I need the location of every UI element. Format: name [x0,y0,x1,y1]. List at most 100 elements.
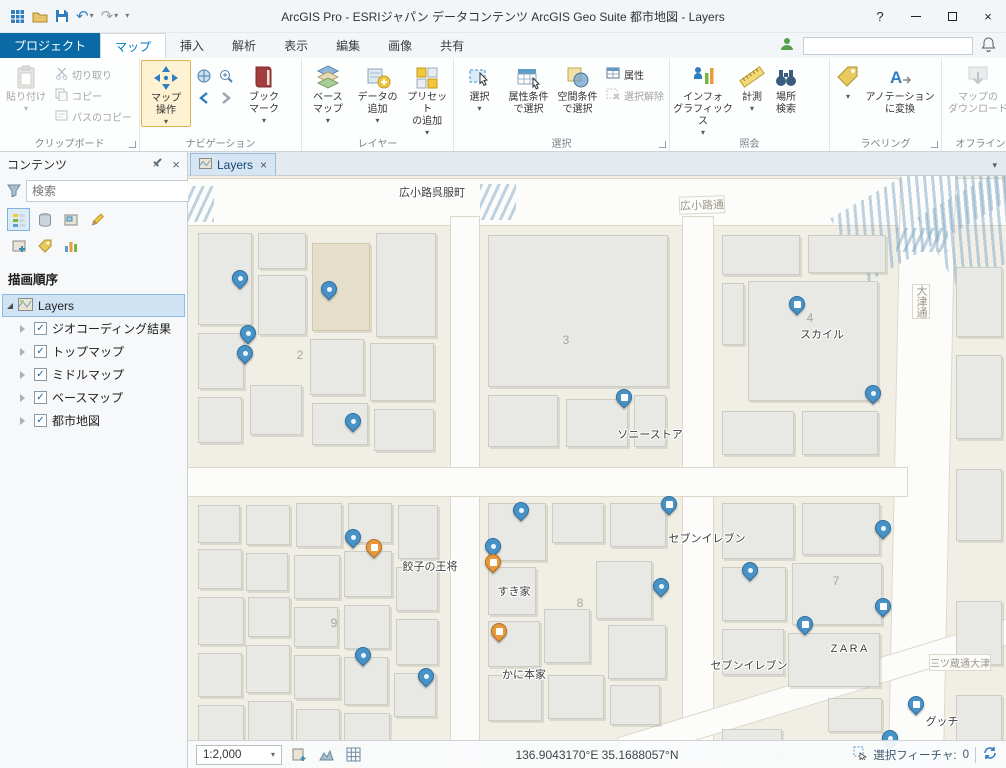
layer-item[interactable]: ✓ジオコーディング結果 [2,317,185,340]
attributes-button[interactable]: 属性 [602,64,668,85]
copy-path-button[interactable]: パスのコピー [51,106,136,127]
dialog-launcher-icon[interactable] [659,141,666,148]
maximize-button[interactable] [934,0,970,32]
map-label: 三ツ蔵通大津 [929,654,991,671]
ribbon-tab-bar: プロジェクト マップ 挿入 解析 表示 編集 画像 共有 [0,33,1006,58]
sync-views-icon[interactable] [316,745,336,765]
layer-checkbox[interactable]: ✓ [34,414,47,427]
expander-icon[interactable] [20,394,29,402]
copy-button[interactable]: コピー [51,85,136,106]
expander-icon[interactable] [20,325,29,333]
pin-pane-icon[interactable] [152,157,163,171]
save-icon[interactable] [55,9,69,23]
open-project-icon[interactable] [32,10,48,23]
map-label: 8 [577,596,584,610]
filter-icon[interactable] [7,183,21,200]
edit-pencil-button[interactable] [85,208,108,231]
dialog-launcher-icon[interactable] [129,141,136,148]
next-extent-button[interactable] [216,88,236,108]
map-building [198,549,242,589]
copy-path-label: パスのコピー [72,109,132,124]
list-by-selection-button[interactable] [59,208,82,231]
add-data-button[interactable]: データの 追加 ▾ [353,60,403,125]
explore-button[interactable]: マップ 操作 ▾ [141,60,191,127]
download-map-button[interactable]: マップの ダウンロード [943,60,1006,116]
paste-button[interactable]: 貼り付け ▾ [1,60,51,113]
layer-checkbox[interactable]: ✓ [34,322,47,335]
layer-item[interactable]: ✓ベースマップ [2,386,185,409]
map-building [198,397,242,443]
layer-item[interactable]: ✓都市地図 [2,409,185,432]
signed-in-user-icon[interactable] [779,36,795,55]
project-icon[interactable] [10,9,25,24]
help-button[interactable]: ? [862,0,898,32]
search-input[interactable] [32,184,187,198]
dialog-launcher-icon[interactable] [931,141,938,148]
list-by-editing-button[interactable] [7,234,30,257]
undo-button[interactable]: ↶▾ [76,9,94,24]
minimize-button[interactable] [898,0,934,32]
expander-icon[interactable] [20,417,29,425]
measure-button[interactable]: 計測 ▾ [735,60,769,113]
layer-checkbox[interactable]: ✓ [34,368,47,381]
expander-icon[interactable] [7,303,13,309]
locate-button[interactable]: 場所 検索 [769,60,803,116]
list-by-labeling-button[interactable] [33,234,56,257]
copy-label: コピー [72,88,102,103]
list-by-drawing-order-button[interactable] [7,208,30,231]
previous-extent-button[interactable] [194,88,214,108]
add-data-label: データの 追加 [358,92,398,116]
map-building [608,625,666,679]
place-pin[interactable] [650,575,673,598]
customize-qat-button[interactable]: ▾ [125,12,129,20]
full-extent-button[interactable] [194,66,214,86]
add-preset-button[interactable]: プリセット の追加 ▾ [402,60,452,137]
layer-item-layers[interactable]: Layers [2,294,185,317]
map-building [808,235,886,273]
scale-combobox[interactable]: 1:2,000 ▾ [196,745,282,765]
layer-item[interactable]: ✓トップマップ [2,340,185,363]
clear-selection-button[interactable]: 選択解除 [602,85,668,106]
map-label: 大津通 [912,284,930,319]
bookmarks-button[interactable]: ブック マーク ▾ [239,60,289,125]
map-building [802,503,880,555]
layer-item[interactable]: ✓ミドルマップ [2,363,185,386]
tab-insert[interactable]: 挿入 [166,33,218,58]
list-by-charts-button[interactable] [59,234,82,257]
convert-to-annotation-button[interactable]: A アノテーション に変換 [865,60,935,116]
select-by-location-button[interactable]: 空間条件 で選択 [553,60,602,116]
expander-icon[interactable] [20,348,29,356]
infographics-button[interactable]: インフォ グラフィックス ▾ [671,60,735,137]
select-button[interactable]: 選択 ▾ [455,60,504,113]
ribbon-group-navigation: マップ 操作 ▾ ブック マーク ▾ ナビゲーション [140,58,302,151]
tab-imagery[interactable]: 画像 [374,33,426,58]
redo-button[interactable]: ↷▾ [101,9,119,24]
fixed-zoom-in-button[interactable] [216,66,236,86]
close-button[interactable]: × [970,0,1006,32]
list-by-source-button[interactable] [33,208,56,231]
tab-project[interactable]: プロジェクト [0,33,100,58]
bookmark-add-icon[interactable] [289,745,309,765]
notifications-bell-icon[interactable] [981,36,996,55]
tab-list-caret-icon[interactable]: ▾ [992,160,1006,175]
expander-icon[interactable] [20,371,29,379]
layer-checkbox[interactable]: ✓ [34,391,47,404]
tab-analysis[interactable]: 解析 [218,33,270,58]
close-pane-icon[interactable]: × [172,157,180,172]
close-map-tab-icon[interactable]: × [260,158,267,172]
tab-view[interactable]: 表示 [270,33,322,58]
basemap-button[interactable]: ベース マップ ▾ [303,60,353,125]
tab-edit[interactable]: 編集 [322,33,374,58]
refresh-icon[interactable] [982,745,998,764]
sign-in-status-box[interactable] [803,37,973,55]
tab-share[interactable]: 共有 [426,33,478,58]
map-canvas[interactable]: 1:2,000 ▾ 136.9043170°E 35.1688057°N 選択フ… [188,176,1006,768]
tab-map[interactable]: マップ [100,33,166,58]
cut-button[interactable]: 切り取り [51,64,136,85]
labeling-button[interactable]: ▾ [831,60,865,101]
select-by-attributes-button[interactable]: 属性条件 で選択 [504,60,553,116]
grid-icon[interactable] [343,745,363,765]
caret-down-icon: ▾ [125,12,129,20]
map-tab-layers[interactable]: Layers × [190,153,276,175]
layer-checkbox[interactable]: ✓ [34,345,47,358]
